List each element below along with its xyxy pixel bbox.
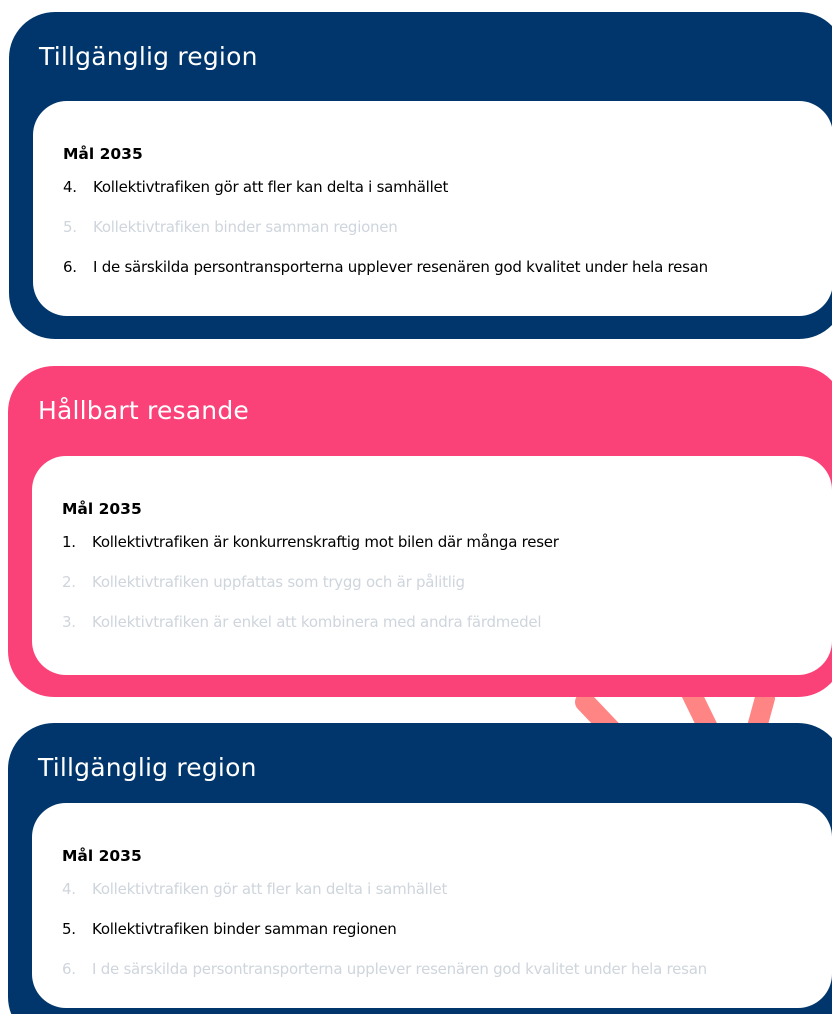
goals-list: 1. Kollektivtrafiken är konkurrenskraftig… xyxy=(62,532,832,652)
goal-item: 4. Kollektivtrafiken gör att fler kan del… xyxy=(62,879,832,919)
goal-item: 4. Kollektivtrafiken gör att fler kan del… xyxy=(63,177,832,217)
card-title: Hållbart resande xyxy=(38,396,249,425)
goal-item: 3. Kollektivtrafiken är enkel att kombine… xyxy=(62,612,832,652)
card-title: Tillgänglig region xyxy=(38,753,257,782)
goal-item: 5. Kollektivtrafiken binder samman region… xyxy=(63,217,832,257)
goal-number: 4. xyxy=(63,178,77,196)
card-hallbart-resande: Hållbart resande Mål 2035 1. Kollektivtra… xyxy=(8,366,832,697)
goals-heading: Mål 2035 xyxy=(62,847,142,865)
goals-heading: Mål 2035 xyxy=(62,500,142,518)
goal-text: Kollektivtrafiken är konkurrenskraftig m… xyxy=(92,533,559,551)
goal-item: 6. I de särskilda persontransporterna upp… xyxy=(62,959,832,999)
goal-number: 3. xyxy=(62,613,76,631)
goal-number: 5. xyxy=(63,218,77,236)
goals-panel: Mål 2035 1. Kollektivtrafiken är konkurre… xyxy=(32,456,832,675)
goal-number: 2. xyxy=(62,573,76,591)
goals-panel: Mål 2035 4. Kollektivtrafiken gör att fle… xyxy=(32,803,832,1008)
goal-item: 2. Kollektivtrafiken uppfattas som trygg … xyxy=(62,572,832,612)
card-title: Tillgänglig region xyxy=(39,42,258,71)
goal-text: Kollektivtrafiken binder samman regionen xyxy=(93,218,398,236)
goals-list: 4. Kollektivtrafiken gör att fler kan del… xyxy=(62,879,832,999)
goal-number: 6. xyxy=(62,960,76,978)
goal-text: Kollektivtrafiken gör att fler kan delta… xyxy=(93,178,449,196)
goals-list: 4. Kollektivtrafiken gör att fler kan del… xyxy=(63,177,832,297)
goal-text: Kollektivtrafiken binder samman regionen xyxy=(92,920,397,938)
goal-number: 1. xyxy=(62,533,76,551)
goal-number: 5. xyxy=(62,920,76,938)
goal-text: I de särskilda persontransporterna upple… xyxy=(92,960,707,978)
goals-heading: Mål 2035 xyxy=(63,145,143,163)
goal-text: I de särskilda persontransporterna upple… xyxy=(93,258,708,276)
goal-number: 4. xyxy=(62,880,76,898)
goal-text: Kollektivtrafiken gör att fler kan delta… xyxy=(92,880,448,898)
card-tillganglig-region-bottom: Tillgänglig region Mål 2035 4. Kollektivt… xyxy=(8,723,832,1014)
goal-text: Kollektivtrafiken är enkel att kombinera… xyxy=(92,613,542,631)
goals-panel: Mål 2035 4. Kollektivtrafiken gör att fle… xyxy=(33,101,832,316)
goal-item: 6. I de särskilda persontransporterna upp… xyxy=(63,257,832,297)
goal-number: 6. xyxy=(63,258,77,276)
goal-item: 1. Kollektivtrafiken är konkurrenskraftig… xyxy=(62,532,832,572)
card-tillganglig-region-top: Tillgänglig region Mål 2035 4. Kollektivt… xyxy=(9,12,832,339)
goal-text: Kollektivtrafiken uppfattas som trygg oc… xyxy=(92,573,465,591)
goal-item: 5. Kollektivtrafiken binder samman region… xyxy=(62,919,832,959)
